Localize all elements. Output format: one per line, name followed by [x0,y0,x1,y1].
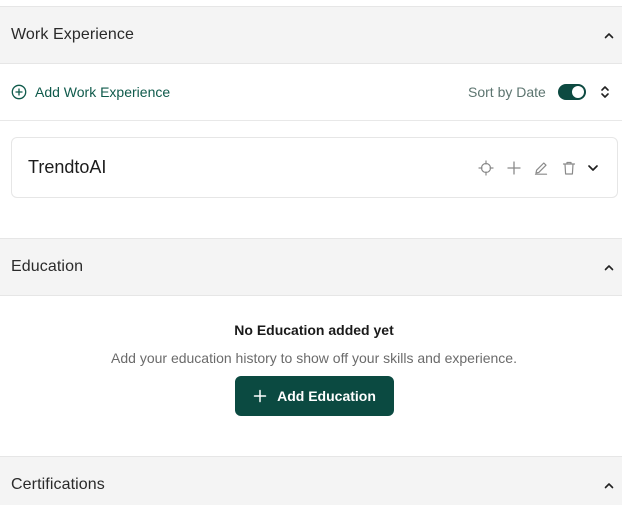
add-work-experience-button[interactable]: Add Work Experience [11,83,170,101]
add-work-experience-label: Add Work Experience [35,84,171,100]
work-experience-card[interactable]: TrendtoAI [11,137,618,198]
work-experience-title: Work Experience [11,26,135,43]
sort-by-date-label: Sort by Date [468,84,546,100]
chevron-down-icon[interactable] [585,160,601,176]
certifications-header[interactable]: Certifications [0,456,622,505]
education-title: Education [11,258,84,275]
plus-icon[interactable] [506,160,522,176]
education-header[interactable]: Education [0,238,622,296]
add-education-label: Add Education [277,388,376,404]
plus-icon [253,389,267,403]
crosshair-icon[interactable] [478,160,494,176]
toggle-knob [572,86,584,98]
chevron-up-icon[interactable] [602,479,616,493]
work-experience-toolbar: Add Work Experience Sort by Date [0,64,622,121]
add-education-button[interactable]: Add Education [235,376,394,416]
sort-by-date-toggle[interactable] [558,84,586,100]
pencil-icon[interactable] [533,160,549,176]
work-experience-company: TrendtoAI [28,157,107,177]
education-empty-title: No Education added yet [234,322,394,338]
work-experience-header[interactable]: Work Experience [0,6,622,64]
plus-circle-icon [11,84,27,100]
education-empty-description: Add your education history to show off y… [111,350,517,366]
chevron-up-icon[interactable] [602,29,616,43]
trash-icon[interactable] [561,160,577,176]
profile-page: Work Experience Add Work Experience Sort… [0,0,622,505]
chevron-up-down-icon[interactable] [598,84,612,100]
certifications-title: Certifications [11,476,105,493]
chevron-up-icon[interactable] [602,261,616,275]
